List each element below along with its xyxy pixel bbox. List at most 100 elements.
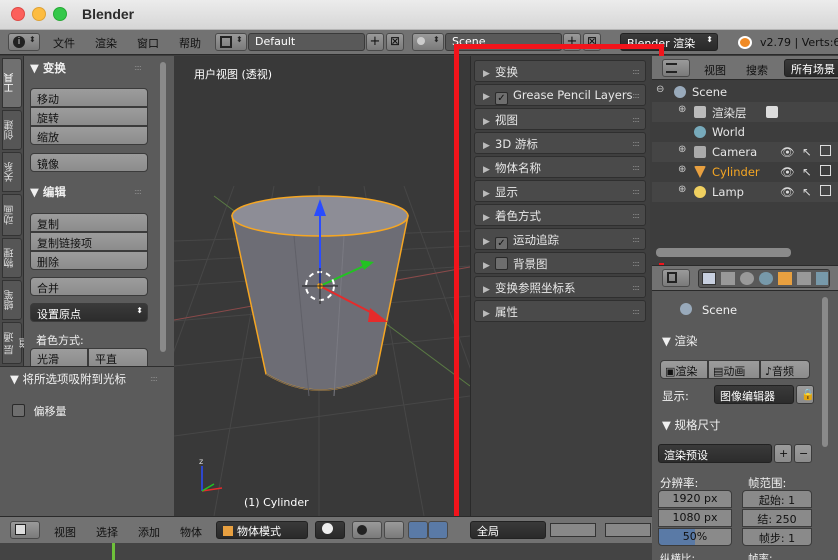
scale-button[interactable]: 缩放 (30, 126, 148, 145)
join-button[interactable]: 合并 (30, 277, 148, 296)
layer-buttons-a[interactable] (550, 523, 596, 537)
render-audio-button[interactable]: ♪音频 (760, 360, 810, 379)
scene-selector[interactable]: ⬍ (412, 33, 444, 51)
duplicate-linked-button[interactable]: 复制链接项 (30, 232, 148, 251)
outliner-row-cylinder[interactable]: ⊕ Cylinder 👁 ↖ (652, 162, 838, 182)
offset-option[interactable]: 偏移量 (12, 403, 67, 419)
outliner-row-world[interactable]: World (652, 122, 838, 142)
outliner-menu-search[interactable]: 搜索 (746, 62, 768, 78)
3d-viewport[interactable]: z 用户视图 (透视) (1) Cylinder (174, 56, 470, 516)
expand-icon[interactable]: ⊕ (678, 164, 686, 175)
tab-physics[interactable]: 物理 (2, 238, 22, 278)
tab-tools[interactable]: 工具 (2, 58, 22, 108)
resolution-y-field[interactable]: 1080 px (658, 509, 732, 527)
transform-panel-header[interactable]: ▼ 变换 (30, 60, 66, 76)
render-panel-header[interactable]: ▼ 渲染 (662, 333, 698, 349)
cursor-select-icon[interactable]: ↖ (802, 165, 812, 179)
screen-layout-selector[interactable]: ⬍ (215, 33, 247, 51)
render-icon[interactable] (820, 185, 831, 196)
tab-grease-pencil[interactable]: 蜡笔 (2, 280, 22, 320)
tool-shelf-scrollbar[interactable] (160, 62, 166, 352)
resolution-x-field[interactable]: 1920 px (658, 490, 732, 508)
tab-animation[interactable]: 动画 (2, 194, 22, 236)
outliner-row-camera[interactable]: ⊕ Camera 👁 ↖ (652, 142, 838, 162)
manipulator-toggle-icon[interactable] (384, 521, 404, 539)
render-icon[interactable] (820, 145, 831, 156)
move-button[interactable]: 移动 (30, 88, 148, 107)
shade-flat-button[interactable]: 平直 (88, 348, 148, 367)
modifiers-tab-icon[interactable] (816, 272, 828, 285)
offset-checkbox[interactable] (12, 404, 25, 417)
menu-help[interactable]: 帮助 (179, 35, 201, 51)
render-animation-button[interactable]: ▤动画 (708, 360, 760, 379)
menu-file[interactable]: 文件 (53, 35, 75, 51)
properties-editor-type[interactable] (662, 269, 690, 287)
scene-tab-icon[interactable] (740, 272, 754, 285)
delete-button[interactable]: 删除 (30, 251, 148, 270)
viewport-shading-dropdown[interactable] (315, 521, 345, 539)
screen-layout-name[interactable]: Default (248, 33, 365, 51)
outliner-h-scrollbar[interactable] (656, 248, 791, 257)
frame-end-field[interactable]: 结: 250 (742, 509, 812, 527)
render-presets-dropdown[interactable]: 渲染预设 (658, 444, 772, 463)
viewport-menu-view[interactable]: 视图 (54, 524, 76, 540)
cursor-select-icon[interactable]: ↖ (802, 185, 812, 199)
render-image-button[interactable]: ▣渲染 (660, 360, 708, 379)
outliner-row-lamp[interactable]: ⊕ Lamp 👁 ↖ (652, 182, 838, 202)
viewport-menu-select[interactable]: 选择 (96, 524, 118, 540)
current-frame-marker[interactable] (112, 543, 115, 560)
mirror-button[interactable]: 镜像 (30, 153, 148, 172)
constraints-tab-icon[interactable] (797, 272, 811, 285)
menu-render[interactable]: 渲染 (95, 35, 117, 51)
remove-preset-button[interactable]: − (794, 444, 812, 463)
translate-manipulator-icon[interactable] (408, 521, 428, 539)
outliner-display-mode[interactable]: 所有场景 (784, 59, 838, 77)
interaction-mode-dropdown[interactable]: 物体模式 (216, 521, 308, 539)
edit-panel-header[interactable]: ▼ 编辑 (30, 184, 66, 200)
snap-to-cursor-header[interactable]: ▼ 将所选项吸附到光标 (10, 371, 126, 387)
world-tab-icon[interactable] (759, 272, 773, 285)
eye-icon[interactable]: 👁 (780, 165, 795, 179)
object-tab-icon[interactable] (778, 272, 792, 285)
eye-icon[interactable]: 👁 (780, 145, 795, 159)
cursor-select-icon[interactable]: ↖ (802, 145, 812, 159)
expand-icon[interactable]: ⊕ (678, 184, 686, 195)
shade-smooth-button[interactable]: 光滑 (30, 348, 88, 367)
viewport-menu-object[interactable]: 物体 (180, 524, 202, 540)
viewport-menu-add[interactable]: 添加 (138, 524, 160, 540)
menu-window[interactable]: 窗口 (137, 35, 159, 51)
outliner-editor-type[interactable] (662, 59, 690, 77)
viewport-editor-type[interactable] (10, 521, 40, 539)
viewport-scene[interactable]: z (174, 56, 470, 516)
minimize-window-button[interactable] (32, 7, 46, 21)
rotate-button[interactable]: 旋转 (30, 107, 148, 126)
tab-create[interactable]: 创建 (2, 110, 22, 150)
close-window-button[interactable] (11, 7, 25, 21)
dimensions-panel-header[interactable]: ▼ 规格尺寸 (662, 417, 721, 433)
resolution-percentage-slider[interactable]: 50% (658, 528, 732, 546)
expand-icon[interactable]: ⊕ (678, 144, 686, 155)
add-preset-button[interactable]: + (774, 444, 792, 463)
eye-icon[interactable]: 👁 (780, 185, 795, 199)
add-layout-button[interactable]: + (366, 33, 384, 51)
lock-interface-icon[interactable]: 🔒 (796, 385, 815, 404)
pivot-point-dropdown[interactable] (352, 521, 382, 539)
timeline-strip[interactable] (0, 543, 652, 560)
frame-start-field[interactable]: 起始: 1 (742, 490, 812, 508)
drag-grip-icon[interactable]: :::: (150, 374, 158, 383)
tab-layers-channels[interactable]: 层 通道 (2, 322, 31, 364)
outliner-row-scene[interactable]: ⊖ Scene (652, 82, 838, 102)
editor-type-button[interactable]: i ⬍ (8, 33, 40, 51)
duplicate-button[interactable]: 复制 (30, 213, 148, 232)
tab-relations[interactable]: 关系 (2, 152, 22, 192)
remove-layout-button[interactable]: ⊠ (386, 33, 404, 51)
render-icon[interactable] (820, 165, 831, 176)
collapse-icon[interactable]: ⊖ (656, 84, 664, 95)
layer-buttons-b[interactable] (605, 523, 651, 537)
frame-step-field[interactable]: 帧步: 1 (742, 528, 812, 546)
drag-grip-icon[interactable]: :::: (134, 63, 142, 72)
render-tab-icon[interactable] (702, 272, 716, 285)
outliner-row-render-layers[interactable]: ⊕ 渲染层 (652, 102, 838, 122)
display-dropdown[interactable]: 图像编辑器 (714, 385, 794, 404)
outliner-menu-view[interactable]: 视图 (704, 62, 726, 78)
